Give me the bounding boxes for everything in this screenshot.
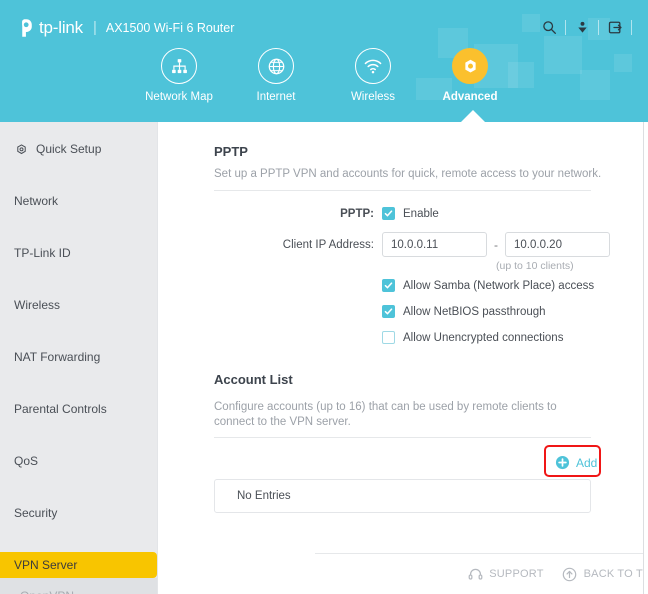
header-divider-1: [565, 19, 566, 35]
client-ip-start-input[interactable]: [382, 232, 487, 257]
app-header: tp-link | AX1500 Wi-Fi 6 Router Network …: [0, 0, 648, 122]
sidebar-gap-6: [0, 422, 157, 448]
support-label: SUPPORT: [489, 568, 544, 580]
option-row-netbios: Allow NetBIOS passthrough: [382, 305, 546, 318]
allow-unencrypted-label: Allow Unencrypted connections: [403, 331, 564, 344]
pptp-enable-checkbox[interactable]: [382, 207, 395, 220]
back-to-top-label: BACK TO TOP: [583, 568, 648, 580]
header-divider-2: [598, 19, 599, 35]
main-scroll-area: PPTP Set up a PPTP VPN and accounts for …: [158, 122, 643, 553]
account-table-empty-row: No Entries: [214, 479, 591, 513]
right-edge-divider: [643, 122, 644, 594]
sidebar-gap-5: [0, 370, 157, 396]
brand-logo-group: tp-link | AX1500 Wi-Fi 6 Router: [14, 16, 234, 40]
ip-range-separator: -: [494, 237, 498, 252]
allow-netbios-checkbox[interactable]: [382, 305, 395, 318]
allow-netbios-label: Allow NetBIOS passthrough: [403, 305, 546, 318]
allow-unencrypted-checkbox[interactable]: [382, 331, 395, 344]
sidebar-item-quick-setup-label: Quick Setup: [36, 142, 102, 156]
add-account-label: Add: [576, 455, 598, 470]
pptp-enable-field-label: PPTP:: [340, 207, 374, 220]
sidebar-item-network[interactable]: Network: [0, 188, 157, 214]
sidebar-item-parental-controls-label: Parental Controls: [14, 402, 107, 416]
tab-network-map[interactable]: Network Map: [131, 48, 227, 103]
sidebar-item-wireless[interactable]: Wireless: [0, 292, 157, 318]
sidebar-gap-4: [0, 318, 157, 344]
allow-samba-checkbox[interactable]: [382, 279, 395, 292]
sidebar-subitem-openvpn-label: OpenVPN: [20, 589, 74, 594]
primary-nav-tabs: Network Map Internet Wireless Advanced: [0, 48, 648, 122]
wifi-icon: [355, 48, 391, 84]
brand-separator: |: [92, 19, 97, 36]
sidebar-item-parental-controls[interactable]: Parental Controls: [0, 396, 157, 422]
header-actions: [538, 17, 637, 37]
tab-wireless-label: Wireless: [350, 91, 396, 103]
sidebar-item-qos-label: QoS: [14, 454, 39, 468]
sidebar-item-quick-setup[interactable]: Quick Setup: [0, 136, 157, 162]
tab-network-map-label: Network Map: [145, 91, 213, 103]
globe-icon: [258, 48, 294, 84]
option-row-samba: Allow Samba (Network Place) access: [382, 279, 594, 292]
add-account-button[interactable]: Add: [549, 451, 603, 474]
sidebar-item-tp-link-id-label: TP-Link ID: [14, 246, 71, 260]
sidebar-gap-3: [0, 266, 157, 292]
logout-icon[interactable]: [604, 17, 626, 37]
network-map-icon: [161, 48, 197, 84]
sidebar-item-vpn-server[interactable]: VPN Server: [0, 552, 157, 578]
account-list-description: Configure accounts (up to 16) that can b…: [214, 401, 557, 428]
back-to-top-link[interactable]: BACK TO TOP: [562, 566, 648, 582]
sidebar-item-tp-link-id[interactable]: TP-Link ID: [0, 240, 157, 266]
plus-circle-icon: [555, 455, 570, 470]
sidebar-item-nat-forwarding[interactable]: NAT Forwarding: [0, 344, 157, 370]
sidebar-item-wireless-label: Wireless: [14, 298, 61, 312]
sidebar-gap-2: [0, 214, 157, 240]
client-count-hint: (up to 10 clients): [496, 260, 574, 272]
client-ip-row: Client IP Address: -: [258, 232, 610, 257]
sidebar-nav: Quick Setup Network TP-Link ID Wireless …: [0, 122, 157, 594]
sidebar-item-network-label: Network: [14, 194, 59, 208]
support-link[interactable]: SUPPORT: [467, 566, 543, 582]
pptp-enable-text: Enable: [403, 207, 439, 220]
divider-account-list: [214, 437, 591, 438]
headset-icon: [467, 566, 483, 582]
page-description: Set up a PPTP VPN and accounts for quick…: [214, 168, 602, 180]
client-ip-field-label: Client IP Address:: [282, 238, 374, 251]
sidebar-item-vpn-server-label: VPN Server: [14, 558, 78, 572]
tp-link-logo-icon: [14, 17, 36, 39]
arrow-up-circle-icon: [562, 566, 578, 582]
client-ip-end-input[interactable]: [505, 232, 610, 257]
gear-outline-icon: [14, 142, 29, 157]
search-icon[interactable]: [538, 17, 560, 37]
sidebar-item-security-label: Security: [14, 506, 58, 520]
tab-internet[interactable]: Internet: [228, 48, 324, 103]
sidebar-gap-1: [0, 162, 157, 188]
pptp-enable-row: PPTP: Enable: [258, 207, 439, 220]
sidebar-item-qos[interactable]: QoS: [0, 448, 157, 474]
tab-wireless[interactable]: Wireless: [325, 48, 421, 103]
sidebar-gap-7: [0, 474, 157, 500]
tab-advanced[interactable]: Advanced: [422, 48, 518, 103]
divider-top: [214, 190, 591, 191]
sidebar-item-nat-forwarding-label: NAT Forwarding: [14, 350, 101, 364]
page-title: PPTP: [214, 144, 248, 159]
reboot-icon[interactable]: [571, 17, 593, 37]
sidebar-item-security[interactable]: Security: [0, 500, 157, 526]
sidebar-subitem-openvpn[interactable]: OpenVPN: [0, 583, 157, 594]
tab-advanced-label: Advanced: [442, 91, 498, 103]
gear-icon: [452, 48, 488, 84]
sidebar-gap-8: [0, 526, 157, 552]
router-admin-page: tp-link | AX1500 Wi-Fi 6 Router Network …: [0, 0, 648, 594]
brand-name: tp-link: [39, 18, 83, 37]
header-divider-3: [631, 19, 632, 35]
active-tab-pointer: [460, 110, 486, 122]
allow-samba-label: Allow Samba (Network Place) access: [403, 279, 595, 292]
account-list-title: Account List: [214, 372, 293, 387]
router-model-label: AX1500 Wi-Fi 6 Router: [105, 21, 235, 35]
sidebar-submenu-vpn-server: OpenVPN PPTP Connections: [0, 578, 157, 594]
tab-internet-label: Internet: [256, 91, 296, 103]
main-content: PPTP Set up a PPTP VPN and accounts for …: [157, 122, 648, 594]
option-row-unencrypted: Allow Unencrypted connections: [382, 331, 563, 344]
page-footer: SUPPORT BACK TO TOP SAVE: [315, 553, 648, 594]
no-entries-text: No Entries: [237, 490, 291, 502]
